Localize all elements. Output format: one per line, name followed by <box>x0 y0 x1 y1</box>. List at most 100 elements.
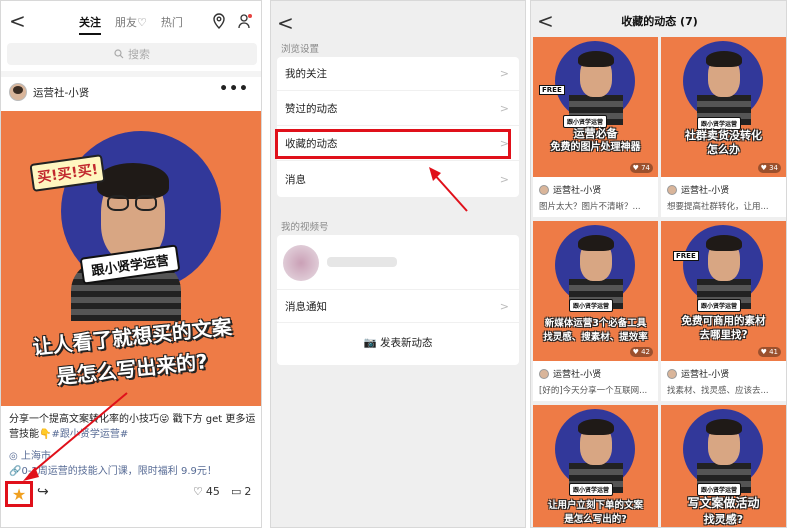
row-my-following[interactable]: 我的关注 > <box>277 57 519 91</box>
thumb-caption-1: 运营必备 <box>573 127 618 140</box>
thumb-caption-1: 免费可商用的素材 <box>681 315 766 327</box>
like-badge: ♥ 42 <box>629 347 653 357</box>
action-bar: ★ ↪ ♡ 45 ▭ 2 <box>1 481 261 507</box>
free-tag: FREE <box>673 251 699 261</box>
post-location[interactable]: ◎ 上海市 <box>9 447 51 462</box>
thumb-caption-2: 是怎么写出的? <box>564 514 627 525</box>
tile-description: 图片太大？图片不清晰？... <box>539 202 641 212</box>
row-liked-posts[interactable]: 赞过的动态 > <box>277 92 519 126</box>
like-badge: ♥ 74 <box>629 163 653 173</box>
thumb-caption-2: 去哪里找? <box>699 329 748 341</box>
thumb-tag: 跟小贤学运营 <box>569 299 614 312</box>
tile-author[interactable]: 运营社-小贤 <box>539 183 601 196</box>
tile-thumbnail[interactable]: 跟小贤学运营 写文案做活动 找灵感? <box>661 405 786 527</box>
post-author[interactable]: 运营社-小贤 <box>9 83 89 101</box>
tile-thumbnail[interactable]: 跟小贤学运营 新媒体运营3个必备工具 找灵感、搜素材、提效率 ♥ 42 <box>533 221 658 361</box>
browse-settings-label: 浏览设置 <box>281 44 320 55</box>
favorite-star-button[interactable]: ★ <box>5 481 33 507</box>
like-count: 45 <box>205 485 220 498</box>
avatar <box>539 184 549 195</box>
share-icon[interactable]: ↪ <box>37 484 49 500</box>
description-text: 分享一个提高文案转化率的小技巧😜 戳下方 get 更多运营技能👇 <box>9 414 256 440</box>
avatar <box>667 368 677 379</box>
thumb-person-hair <box>578 51 614 67</box>
like-button[interactable]: ♡ 45 <box>193 485 220 498</box>
channel-card: 消息通知 > 📷 发表新动态 <box>277 235 519 365</box>
feed-panel: < 关注 朋友♡ 热门 搜索 运营社-小贤 ••• 买!买!买! 跟小贤学运营 … <box>0 0 262 528</box>
favorite-tile[interactable]: 跟小贤学运营 让用户立刻下单的文案 是怎么写出的? <box>533 405 658 527</box>
thumb-tag: 跟小贤学运营 <box>697 483 742 496</box>
cover-person-hair <box>97 163 169 199</box>
tile-author[interactable]: 运营社-小贤 <box>539 367 601 380</box>
feed-tabs: 关注 朋友♡ 热门 <box>79 14 183 35</box>
tab-friends[interactable]: 朋友♡ <box>115 14 147 35</box>
row-messages[interactable]: 消息 > <box>277 162 519 196</box>
tab-following[interactable]: 关注 <box>79 14 101 35</box>
comment-icon: ▭ <box>231 485 242 498</box>
thumb-person-hair <box>578 419 614 435</box>
row-message-notify[interactable]: 消息通知 > <box>277 289 519 323</box>
free-tag: FREE <box>539 85 565 95</box>
avatar[interactable] <box>9 83 27 101</box>
publish-label: 发表新动态 <box>379 337 433 349</box>
favorite-tile[interactable]: FREE 跟小贤学运营 免费可商用的素材 去哪里找? ♥ 41 运营社-小贤 找… <box>661 221 786 401</box>
favorite-tile[interactable]: 跟小贤学运营 写文案做活动 找灵感? <box>661 405 786 527</box>
star-icon: ★ <box>11 484 27 504</box>
back-icon[interactable]: < <box>277 13 294 33</box>
location-text[interactable]: 上海市 <box>21 451 51 462</box>
tile-description: 想要提高社群转化，让用... <box>667 202 769 212</box>
thumb-caption-1: 社群卖货没转化 <box>685 129 762 142</box>
thumb-caption-2: 免费的图片处理神器 <box>550 142 641 153</box>
glasses-left <box>107 195 129 211</box>
tile-description: 找素材、找灵感、应该去... <box>667 386 769 396</box>
back-icon[interactable]: < <box>9 11 26 31</box>
chevron-right-icon: > <box>499 67 509 80</box>
page-title: 收藏的动态 (7) <box>621 15 698 28</box>
tile-author[interactable]: 运营社-小贤 <box>667 183 729 196</box>
location-icon[interactable] <box>211 13 227 29</box>
settings-panel: < 浏览设置 我的关注 > 赞过的动态 > 收藏的动态 > 消息 > 我的视频号 消息通… <box>270 0 526 528</box>
thumb-tag: 跟小贤学运营 <box>569 483 614 496</box>
author-name[interactable]: 运营社-小贤 <box>33 85 89 100</box>
favorite-tile[interactable]: FREE 跟小贤学运营 运营必备 免费的图片处理神器 ♥ 74 运营社-小贤 图… <box>533 37 658 217</box>
tile-thumbnail[interactable]: 跟小贤学运营 让用户立刻下单的文案 是怎么写出的? <box>533 405 658 527</box>
author-name: 运营社-小贤 <box>681 370 730 380</box>
thumb-caption-2: 怎么办 <box>707 143 740 156</box>
tab-hot[interactable]: 热门 <box>161 14 183 35</box>
blurred-channel-name <box>327 257 397 267</box>
profile-icon[interactable] <box>237 13 253 29</box>
tile-thumbnail[interactable]: FREE 跟小贤学运营 免费可商用的素材 去哪里找? ♥ 41 <box>661 221 786 361</box>
thumb-person-hair <box>706 419 742 435</box>
row-label: 赞过的动态 <box>285 103 338 115</box>
favorite-tile[interactable]: 跟小贤学运营 新媒体运营3个必备工具 找灵感、搜素材、提效率 ♥ 42 运营社-… <box>533 221 658 401</box>
blurred-avatar[interactable] <box>283 245 319 281</box>
location-pin-icon: ◎ <box>9 451 21 462</box>
row-label: 消息通知 <box>285 300 327 313</box>
thumb-caption-1: 新媒体运营3个必备工具 <box>544 318 647 329</box>
thumb-person-hair <box>578 235 614 251</box>
channel-label: 我的视频号 <box>281 222 329 233</box>
comment-count: 2 <box>244 485 252 498</box>
promo-link[interactable]: 🔗0-2周运营的技能入门课，限时福利 9.9元！ <box>9 462 217 477</box>
search-input[interactable]: 搜索 <box>7 43 257 65</box>
tile-thumbnail[interactable]: 跟小贤学运营 社群卖货没转化 怎么办 ♥ 34 <box>661 37 786 177</box>
comment-button[interactable]: ▭ 2 <box>231 485 251 498</box>
glasses-right <box>135 195 157 211</box>
favorite-tile[interactable]: 跟小贤学运营 社群卖货没转化 怎么办 ♥ 34 运营社-小贤 想要提高社群转化，… <box>661 37 786 217</box>
publish-button[interactable]: 📷 发表新动态 <box>277 335 519 350</box>
promo-text[interactable]: 0-2周运营的技能入门课，限时福利 9.9元！ <box>21 466 216 477</box>
post-description: 分享一个提高文案转化率的小技巧😜 戳下方 get 更多运营技能👇#跟小贤学运营# <box>9 412 257 442</box>
browse-settings-card: 我的关注 > 赞过的动态 > 收藏的动态 > 消息 > <box>277 57 519 197</box>
thumb-caption-1: 写文案做活动 <box>687 496 760 510</box>
more-icon[interactable]: ••• <box>219 81 249 97</box>
top-bar: < 关注 朋友♡ 热门 <box>1 1 261 43</box>
hashtag-link[interactable]: #跟小贤学运营# <box>51 429 128 440</box>
tile-author[interactable]: 运营社-小贤 <box>667 367 729 380</box>
chevron-right-icon: > <box>499 172 509 186</box>
tile-thumbnail[interactable]: FREE 跟小贤学运营 运营必备 免费的图片处理神器 ♥ 74 <box>533 37 658 177</box>
divider <box>1 71 261 77</box>
author-name: 运营社-小贤 <box>681 186 730 196</box>
like-badge: ♥ 34 <box>757 163 781 173</box>
video-cover[interactable]: 买!买!买! 跟小贤学运营 让人看了就想买的文案 是怎么写出来的? <box>1 111 261 406</box>
thumb-caption-2: 找灵感? <box>703 513 744 526</box>
